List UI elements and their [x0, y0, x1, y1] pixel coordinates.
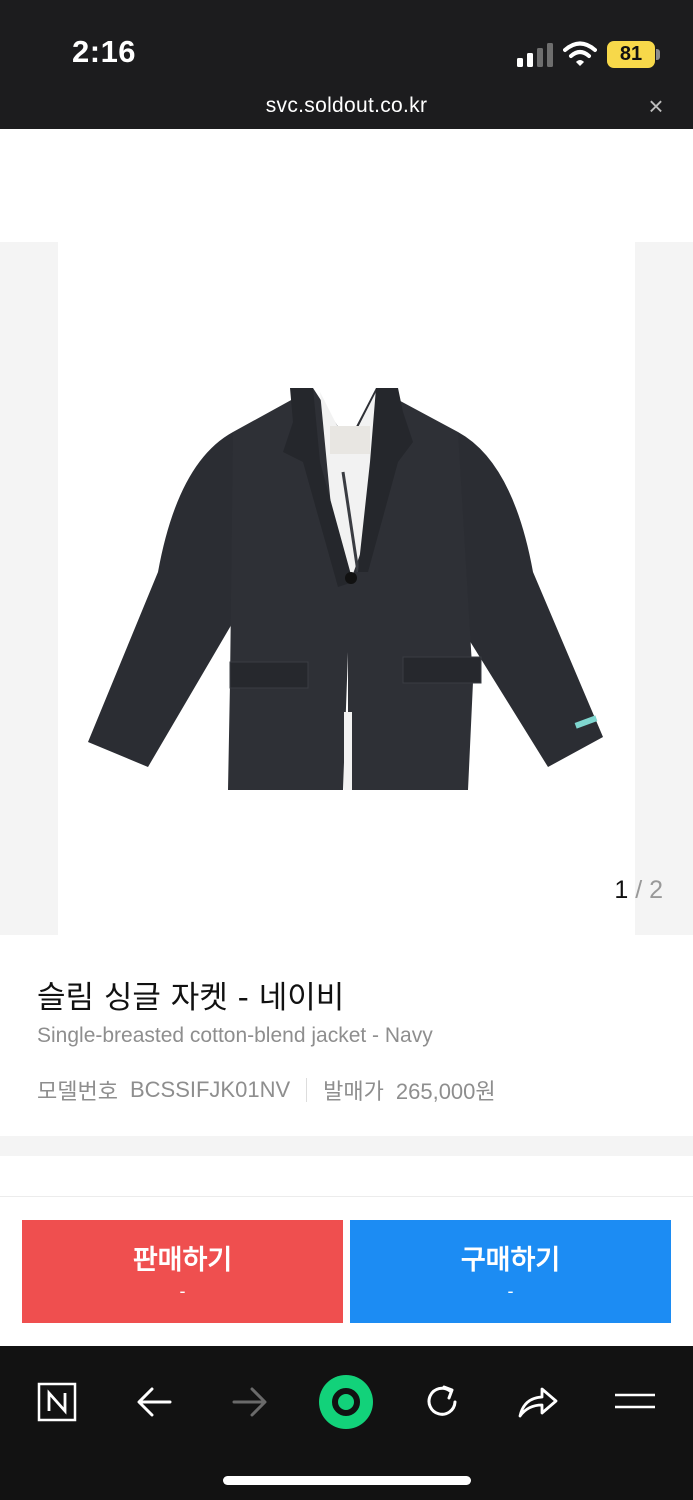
url-text[interactable]: svc.soldout.co.kr [0, 94, 693, 118]
pager-separator: / [628, 876, 650, 904]
pager-current: 1 [614, 876, 629, 904]
jacket-image [88, 388, 603, 790]
release-price-label: 발매가 [323, 1079, 384, 1104]
model-number-label: 모델번호 [37, 1079, 118, 1104]
forward-arrow-icon[interactable] [220, 1372, 280, 1432]
menu-icon[interactable] [605, 1372, 665, 1432]
home-indicator[interactable] [223, 1476, 471, 1485]
meta-divider [306, 1078, 308, 1102]
battery-level: 81 [619, 43, 643, 65]
share-icon[interactable] [508, 1372, 568, 1432]
sell-button[interactable]: 판매하기 - [22, 1220, 343, 1323]
close-icon[interactable]: × [644, 93, 668, 119]
naver-n-icon[interactable] [27, 1372, 87, 1432]
wifi-icon [563, 41, 597, 66]
pager-total: 2 [649, 876, 663, 904]
product-image [58, 242, 635, 935]
release-price-value: 265,000원 [395, 1079, 496, 1104]
browser-top-bar: 2:16 81 svc.soldout.co.kr × [0, 0, 693, 129]
trade-actions: 판매하기 - 구매하기 - [0, 1196, 693, 1346]
reload-icon[interactable] [412, 1372, 472, 1432]
browser-bottom-bar [0, 1346, 693, 1500]
back-arrow-icon[interactable] [124, 1372, 184, 1432]
green-home-icon[interactable] [316, 1372, 376, 1432]
section-divider [0, 1136, 693, 1156]
product-title-english: Single-breasted cotton-blend jacket - Na… [37, 1024, 433, 1047]
buy-button-label: 구매하기 [460, 1245, 561, 1276]
product-meta: 모델번호 BCSSIFJK01NV 발매가 265,000원 [37, 1074, 496, 1106]
battery-icon: 81 [607, 41, 655, 68]
product-title-korean: 슬림 싱글 자켓 - 네이비 [37, 980, 345, 1016]
gallery-pager: 1 / 2 [614, 876, 663, 905]
model-number-value: BCSSIFJK01NV [129, 1077, 291, 1102]
status-time: 2:16 [72, 34, 137, 69]
sell-button-price: - [179, 1281, 186, 1301]
buy-button[interactable]: 구매하기 - [350, 1220, 671, 1323]
battery-tip [656, 49, 660, 60]
cellular-signal-icon [517, 43, 553, 67]
product-gallery[interactable]: 1 / 2 [0, 242, 693, 935]
buy-button-price: - [507, 1281, 514, 1301]
sell-button-label: 판매하기 [132, 1245, 233, 1276]
